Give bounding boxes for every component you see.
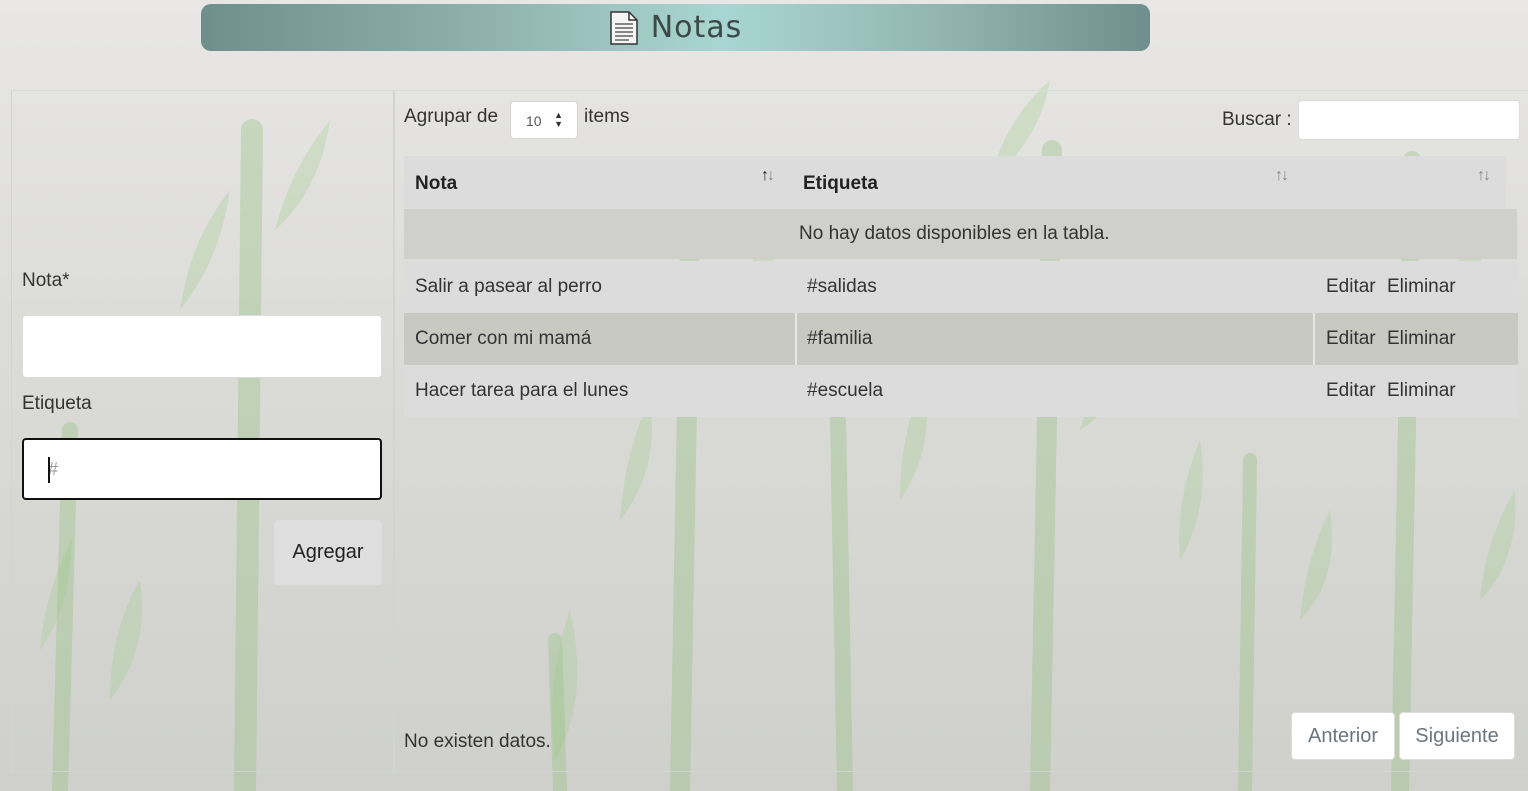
tag-cell: #familia [807, 328, 873, 349]
note-cell: Hacer tarea para el lunes [415, 380, 629, 401]
note-cell: Comer con mi mamá [415, 328, 592, 349]
tag-cell: #escuela [807, 380, 884, 401]
table-row: Salir a pasear al perro #salidas Editar … [404, 261, 1518, 313]
edit-link[interactable]: Editar [1326, 276, 1376, 298]
group-suffix-label: items [584, 106, 630, 127]
sort-icon[interactable]: ↑↓ [761, 167, 775, 185]
app-header: Notas [201, 4, 1150, 51]
search-label: Buscar : [1222, 109, 1292, 130]
previous-page-button[interactable]: Anterior [1291, 712, 1395, 760]
search-input[interactable] [1298, 100, 1520, 140]
table-row: Hacer tarea para el lunes #escuela Edita… [404, 365, 1518, 417]
delete-link[interactable]: Eliminar [1387, 328, 1456, 350]
document-icon [609, 10, 638, 45]
table-header: Nota ↑↓ Etiqueta ↑↓ ↑↓ [404, 156, 1506, 209]
cell-divider [795, 313, 797, 365]
empty-table-message: No hay datos disponibles en la tabla. [799, 223, 1110, 244]
tag-cell: #salidas [807, 276, 877, 297]
page-size-select[interactable]: 10 ▲ ▼ [510, 101, 578, 139]
next-page-button[interactable]: Siguiente [1399, 712, 1515, 760]
sort-icon[interactable]: ↑↓ [1275, 167, 1289, 185]
group-prefix-label: Agrupar de [404, 106, 499, 127]
note-label: Nota* [22, 270, 70, 291]
empty-table-row: No hay datos disponibles en la tabla. [404, 209, 1517, 259]
note-form-panel [11, 90, 395, 773]
delete-link[interactable]: Eliminar [1387, 276, 1456, 298]
edit-link[interactable]: Editar [1326, 380, 1376, 402]
table-row: Comer con mi mamá #familia Editar Elimin… [404, 313, 1518, 365]
column-header-nota[interactable]: Nota [415, 173, 457, 195]
divider [11, 771, 1528, 772]
text-caret [48, 457, 50, 483]
sort-icon[interactable]: ↑↓ [1477, 167, 1491, 185]
column-header-etiqueta[interactable]: Etiqueta [803, 173, 878, 195]
delete-link[interactable]: Eliminar [1387, 380, 1456, 402]
edit-link[interactable]: Editar [1326, 328, 1376, 350]
table-info: No existen datos. [404, 731, 551, 752]
tag-label: Etiqueta [22, 393, 92, 414]
updown-arrow-icon: ▲ ▼ [554, 110, 563, 129]
note-input[interactable] [22, 315, 382, 378]
page-title: Notas [650, 10, 743, 45]
tag-input[interactable]: # [22, 438, 382, 500]
cell-divider [1313, 313, 1315, 365]
add-button[interactable]: Agregar [274, 520, 382, 585]
note-cell: Salir a pasear al perro [415, 276, 602, 297]
page-size-value: 10 [526, 113, 542, 129]
